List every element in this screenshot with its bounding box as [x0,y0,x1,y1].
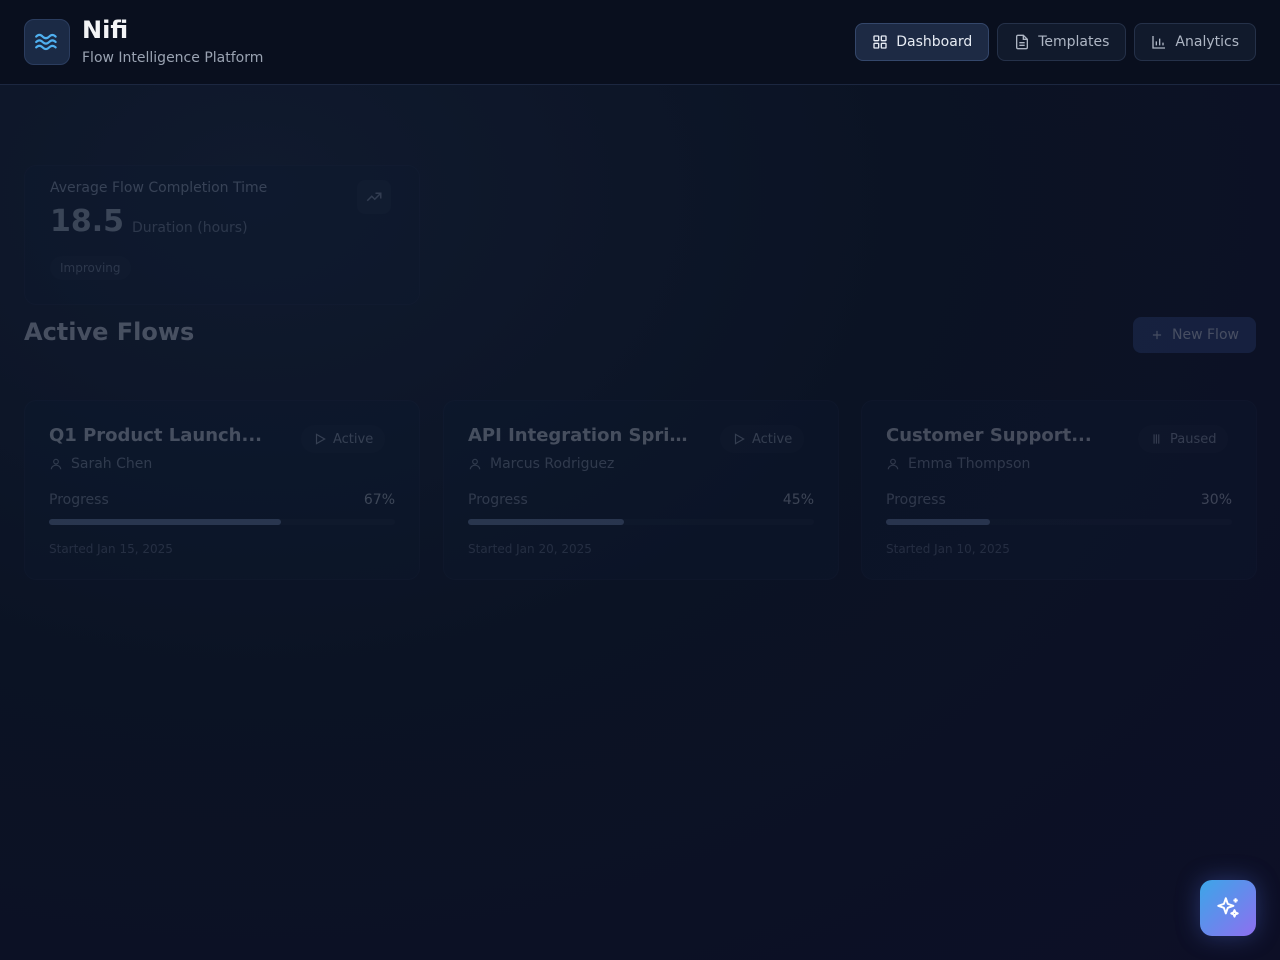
new-flow-label: New Flow [1172,327,1239,343]
grid-icon [873,35,887,49]
progress-bar-fill [468,519,624,525]
play-icon [315,433,326,445]
status-label: Paused [1170,431,1217,447]
status-label: Active [752,431,793,447]
flow-card[interactable]: Q1 Product Launch... Active Sarah Chen P… [24,400,420,580]
sparkles-icon [1217,897,1239,918]
waves-icon [35,33,57,51]
flow-title: API Integration Sprint [468,425,688,446]
nav-analytics-button[interactable]: Analytics [1134,23,1256,61]
user-icon [50,458,62,470]
progress-value: 67% [363,492,395,508]
progress-label: Progress [49,492,109,508]
owner-name: Marcus Rodriguez [490,456,615,472]
stat-value: 18.5 [50,204,125,239]
flow-started: Started Jan 15, 2025 [49,542,173,556]
progress-bar-fill [886,519,990,525]
user-icon [469,458,481,470]
app-title: Nifi [82,16,129,44]
flow-started: Started Jan 20, 2025 [468,542,592,556]
owner-name: Emma Thompson [908,456,1031,472]
flow-owner: Marcus Rodriguez [468,456,614,472]
user-icon [887,458,899,470]
status-label: Active [333,431,374,447]
flow-title: Q1 Product Launch... [49,425,263,446]
progress-bar [886,519,1232,525]
flow-card[interactable]: Customer Support... Paused Emma Thompson… [861,400,1257,580]
progress-label: Progress [468,492,528,508]
play-icon [734,433,745,445]
flow-owner: Sarah Chen [49,456,152,472]
status-badge: Active [301,425,386,453]
nav-label: Templates [1038,34,1110,50]
app-header: Nifi Flow Intelligence Platform Dashboar… [0,0,1280,85]
flow-title: Customer Support... [886,425,1092,446]
stat-label: Average Flow Completion Time [50,180,268,196]
document-icon [1016,34,1029,50]
status-badge: Improving [50,256,131,280]
plus-icon [1152,330,1162,340]
progress-bar [468,519,814,525]
nav-label: Dashboard [896,34,973,50]
flow-card[interactable]: API Integration Sprint Active Marcus Rod… [443,400,839,580]
bar-chart-icon [1152,36,1166,49]
new-flow-button[interactable]: New Flow [1133,317,1256,353]
section-title: Active Flows [24,318,195,346]
progress-bar-fill [49,519,281,525]
main-nav: Dashboard Templates Analytics [855,23,1256,61]
flow-started: Started Jan 10, 2025 [886,542,1010,556]
progress-label: Progress [886,492,946,508]
nav-dashboard-button[interactable]: Dashboard [855,23,990,61]
stat-unit: Duration (hours) [132,220,248,236]
progress-value: 30% [1200,492,1232,508]
trend-up-icon [366,192,382,202]
owner-name: Sarah Chen [71,456,153,472]
status-badge: Active [720,425,805,453]
flow-owner: Emma Thompson [886,456,1030,472]
pause-icon [1153,434,1160,444]
logo [24,19,70,65]
nav-label: Analytics [1175,34,1239,50]
status-badge: Paused [1138,425,1229,453]
stat-card-completion-time: Average Flow Completion Time 18.5 Durati… [24,165,420,305]
app-subtitle: Flow Intelligence Platform [82,50,264,66]
progress-value: 45% [782,492,814,508]
ai-assistant-button[interactable] [1200,880,1256,936]
stat-icon-box [357,180,391,214]
progress-bar [49,519,395,525]
nav-templates-button[interactable]: Templates [997,23,1127,61]
